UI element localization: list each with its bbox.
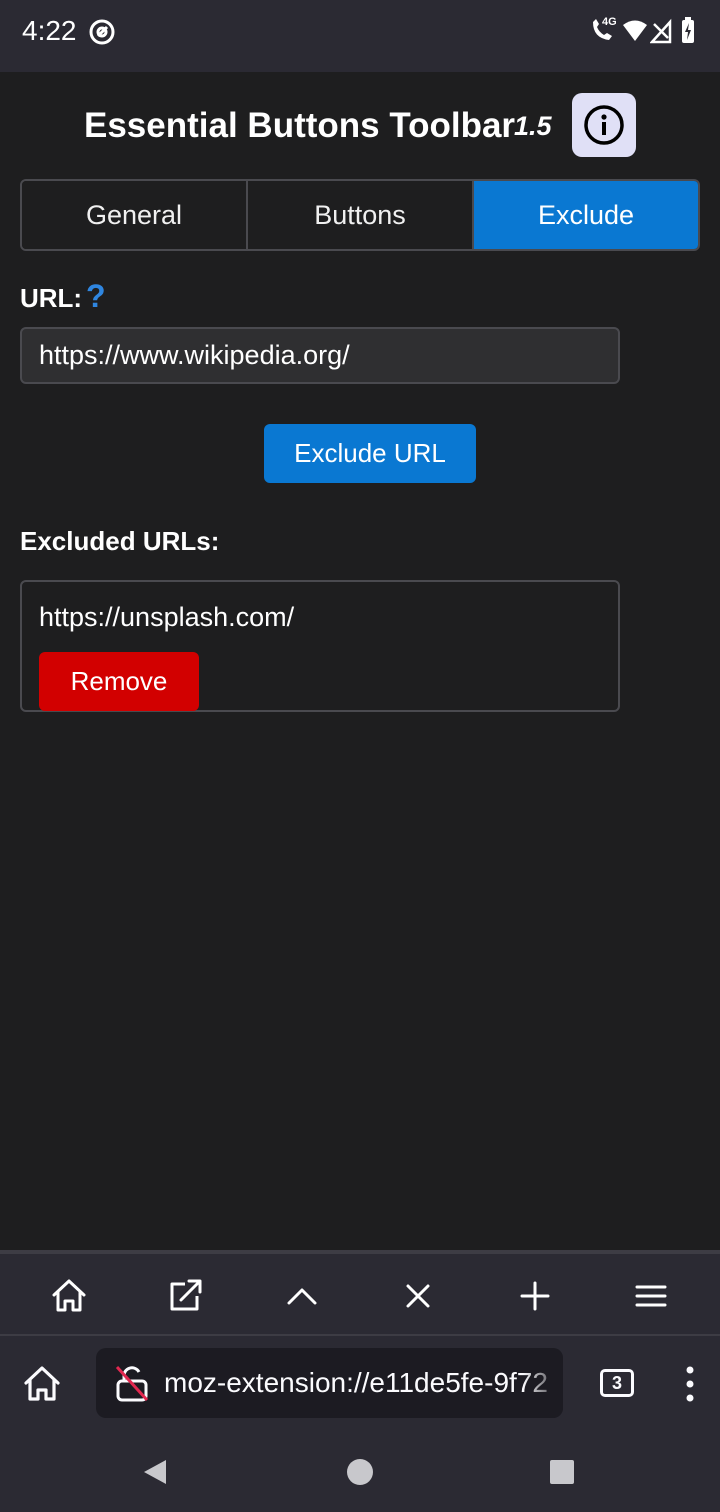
home-button[interactable]: [47, 1274, 91, 1318]
scroll-up-button[interactable]: [280, 1274, 324, 1318]
open-external-icon: [170, 1279, 202, 1311]
info-button[interactable]: [572, 93, 636, 157]
help-icon[interactable]: ?: [86, 278, 106, 315]
page-title: Essential Buttons Toolbar: [84, 106, 516, 145]
insecure-lock-icon: [115, 1365, 149, 1402]
battery-icon: [682, 17, 694, 43]
tab-counter-button[interactable]: 3: [600, 1369, 634, 1397]
tab-general[interactable]: General: [22, 181, 246, 249]
tab-buttons[interactable]: Buttons: [246, 181, 472, 249]
browser-home-button[interactable]: [20, 1362, 64, 1406]
recents-icon[interactable]: [546, 1456, 578, 1488]
tab-exclude[interactable]: Exclude: [472, 181, 698, 249]
info-icon: [584, 105, 624, 145]
url-bar[interactable]: moz-extension://e11de5fe-9f72: [96, 1348, 563, 1418]
open-external-button[interactable]: [163, 1274, 207, 1318]
app-root: 4:22 4G Essential Buttons Toolbar 1.5 Ge…: [0, 0, 720, 1512]
status-time: 4:22: [22, 15, 77, 46]
status-bar: 4:22 4G: [0, 0, 720, 72]
excluded-urls-list: https://unsplash.com/ Remove: [20, 580, 620, 712]
browser-address-bar: moz-extension://e11de5fe-9f72 3: [0, 1336, 720, 1432]
status-icons: 4G: [590, 16, 700, 48]
back-icon[interactable]: [140, 1456, 172, 1488]
menu-icon: [635, 1285, 667, 1307]
at-sign-icon: [88, 18, 116, 46]
wifi-icon: [623, 20, 647, 41]
url-input[interactable]: [20, 327, 620, 384]
system-nav-bar: [0, 1432, 720, 1512]
browser-menu-button[interactable]: [680, 1364, 700, 1404]
excluded-urls-label: Excluded URLs:: [20, 526, 220, 556]
network-type: 4G: [602, 16, 617, 28]
close-tab-icon: [406, 1284, 430, 1308]
menu-button[interactable]: [629, 1274, 673, 1318]
url-label: URL:: [20, 283, 83, 313]
remove-button[interactable]: Remove: [39, 652, 199, 711]
close-tab-button[interactable]: [396, 1274, 440, 1318]
settings-tabs: General Buttons Exclude: [20, 179, 700, 251]
home-nav-icon[interactable]: [344, 1456, 376, 1488]
more-vert-icon: [686, 1366, 694, 1402]
signal-icon: [650, 18, 672, 44]
extension-toolbar: [0, 1250, 720, 1336]
excluded-url-item: https://unsplash.com/: [39, 602, 295, 632]
exclude-url-button[interactable]: Exclude URL: [264, 424, 476, 483]
home-icon: [52, 1279, 86, 1312]
new-tab-button[interactable]: [513, 1274, 557, 1318]
page-header: Essential Buttons Toolbar 1.5: [0, 92, 720, 158]
version-label: 1.5: [514, 111, 552, 141]
home-icon: [24, 1366, 60, 1401]
scroll-up-icon: [287, 1288, 317, 1305]
url-text: moz-extension://e11de5fe-9f72: [164, 1367, 548, 1398]
url-fade: [523, 1348, 563, 1418]
new-tab-icon: [520, 1281, 550, 1311]
